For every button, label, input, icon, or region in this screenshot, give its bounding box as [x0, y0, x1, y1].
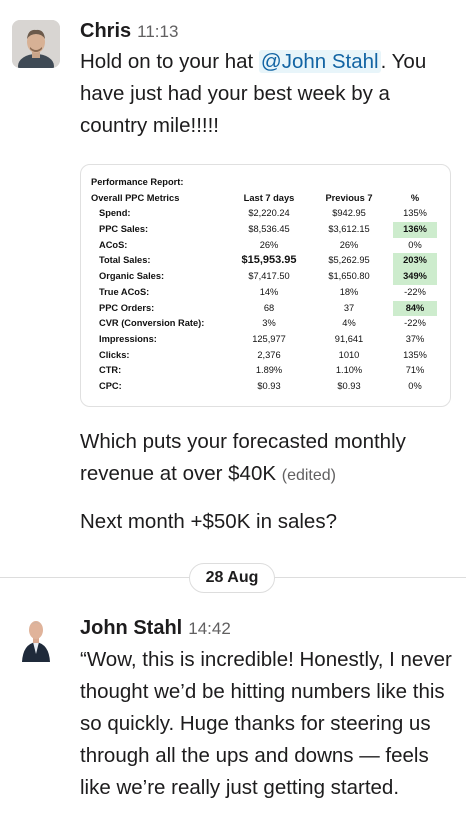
message-header: Chris 11:13	[80, 19, 178, 43]
report-row: CVR (Conversion Rate): 3% 4% -22%	[91, 316, 440, 332]
metric-label: Spend:	[99, 208, 131, 219]
report-row: CPC: $0.93 $0.93 0%	[91, 379, 440, 395]
report-row: True ACoS: 14% 18% -22%	[91, 285, 440, 301]
metric-label: CVR (Conversion Rate):	[99, 318, 205, 329]
avatar-photo-icon	[12, 614, 60, 662]
edited-label: (edited)	[281, 467, 336, 484]
report-row: ACoS: 26% 26% 0%	[91, 238, 440, 254]
report-title-row: Performance Report:	[91, 175, 440, 191]
sender-name[interactable]: Chris	[80, 20, 131, 42]
metric-prev7: 18%	[339, 286, 359, 297]
metric-last7: $8,536.45	[248, 224, 290, 235]
metric-prev7: 1010	[338, 349, 360, 360]
metric-pct: 0%	[408, 239, 422, 250]
metric-label: Clicks:	[99, 349, 130, 360]
message-text: Hold on to your hat @John Stahl. You hav…	[80, 46, 460, 142]
message-text-segment: Hold on to your hat	[80, 50, 259, 73]
metric-last7: $0.93	[257, 380, 281, 391]
report-row: Impressions: 125,977 91,641 37%	[91, 332, 440, 348]
report-row: Total Sales: $15,953.95 $5,262.95 203%	[91, 253, 440, 270]
metric-label: CTR:	[99, 365, 122, 376]
metric-pct: 84%	[393, 300, 437, 317]
message-text: “Wow, this is incredible! Honestly, I ne…	[80, 648, 452, 799]
metric-label: Total Sales:	[99, 255, 151, 266]
metric-label: PPC Orders:	[99, 302, 155, 313]
metric-prev7: $1,650.80	[328, 271, 370, 282]
metric-prev7: 1.10%	[335, 365, 363, 376]
metric-last7: 1.89%	[255, 365, 283, 376]
metric-pct: 0%	[408, 380, 422, 391]
metric-pct: 349%	[393, 269, 437, 285]
timestamp[interactable]: 11:13	[137, 22, 178, 41]
metric-last7: $7,417.50	[248, 271, 290, 282]
metric-last7: 125,977	[252, 333, 286, 344]
metric-prev7: 4%	[342, 318, 356, 329]
column-header: Last 7 days	[243, 192, 295, 203]
metric-label: CPC:	[99, 380, 122, 391]
metric-last7: $2,220.24	[248, 208, 290, 219]
metric-pct: -22%	[404, 318, 426, 329]
metric-last7: 14%	[259, 286, 279, 297]
metric-pct: 135%	[403, 208, 427, 219]
avatar[interactable]	[12, 614, 60, 662]
metric-prev7: $0.93	[337, 380, 361, 391]
report-rows: Spend: $2,220.24 $942.95 135% PPC Sales: $8,5…	[91, 206, 440, 394]
message-text-segment: Which puts your forecasted monthly reven…	[80, 430, 406, 485]
column-header: Previous 7	[325, 192, 373, 203]
metric-prev7: 91,641	[334, 333, 364, 344]
report-image-attachment[interactable]: Performance Report: Overall PPC Metrics …	[80, 164, 451, 407]
timestamp[interactable]: 14:42	[188, 619, 231, 638]
metric-prev7: $5,262.95	[328, 255, 370, 266]
date-divider[interactable]: 28 Aug	[189, 563, 275, 593]
report-row: PPC Sales: $8,536.45 $3,612.15 136%	[91, 222, 440, 238]
performance-report: Performance Report: Overall PPC Metrics …	[91, 175, 440, 395]
metric-label: Impressions:	[99, 333, 157, 344]
metric-label: PPC Sales:	[99, 224, 149, 235]
metric-last7: 3%	[262, 318, 276, 329]
metric-label: ACoS:	[99, 239, 128, 250]
message-text-segment: Next month +$50K in sales?	[80, 510, 337, 533]
metric-pct: 37%	[405, 333, 425, 344]
report-row: PPC Orders: 68 37 84%	[91, 300, 440, 317]
avatar[interactable]	[12, 20, 60, 68]
metric-prev7: 26%	[339, 239, 359, 250]
message-text: Next month +$50K in sales?	[80, 506, 460, 538]
report-row: Spend: $2,220.24 $942.95 135%	[91, 206, 440, 222]
metric-pct: 136%	[393, 222, 437, 238]
report-section-label: Overall PPC Metrics	[91, 192, 180, 203]
report-row: Organic Sales: $7,417.50 $1,650.80 349%	[91, 269, 440, 285]
user-mention[interactable]: @John Stahl	[258, 50, 381, 73]
metric-pct: -22%	[404, 286, 426, 297]
metric-prev7: $942.95	[332, 208, 366, 219]
message-text: Which puts your forecasted monthly reven…	[80, 426, 460, 492]
avatar-photo-icon	[12, 20, 60, 68]
column-header: %	[410, 192, 420, 203]
metric-prev7: 37	[343, 302, 355, 313]
report-title: Performance Report:	[91, 177, 184, 187]
metric-label: Organic Sales:	[99, 271, 165, 282]
report-row: CTR: 1.89% 1.10% 71%	[91, 363, 440, 379]
metric-pct: 71%	[405, 365, 425, 376]
metric-pct: 203%	[393, 253, 437, 270]
message-header: John Stahl 14:42	[80, 616, 231, 640]
metric-last7: $15,953.95	[241, 254, 297, 267]
metric-prev7: $3,612.15	[328, 224, 370, 235]
metric-last7: 2,376	[257, 349, 281, 360]
metric-last7: 68	[263, 302, 275, 313]
metric-last7: 26%	[259, 239, 279, 250]
report-row: Clicks: 2,376 1010 135%	[91, 348, 440, 364]
metric-pct: 135%	[403, 349, 427, 360]
report-header-row: Overall PPC Metrics Last 7 days Previous…	[91, 191, 440, 207]
metric-label: True ACoS:	[99, 286, 150, 297]
sender-name[interactable]: John Stahl	[80, 617, 182, 639]
